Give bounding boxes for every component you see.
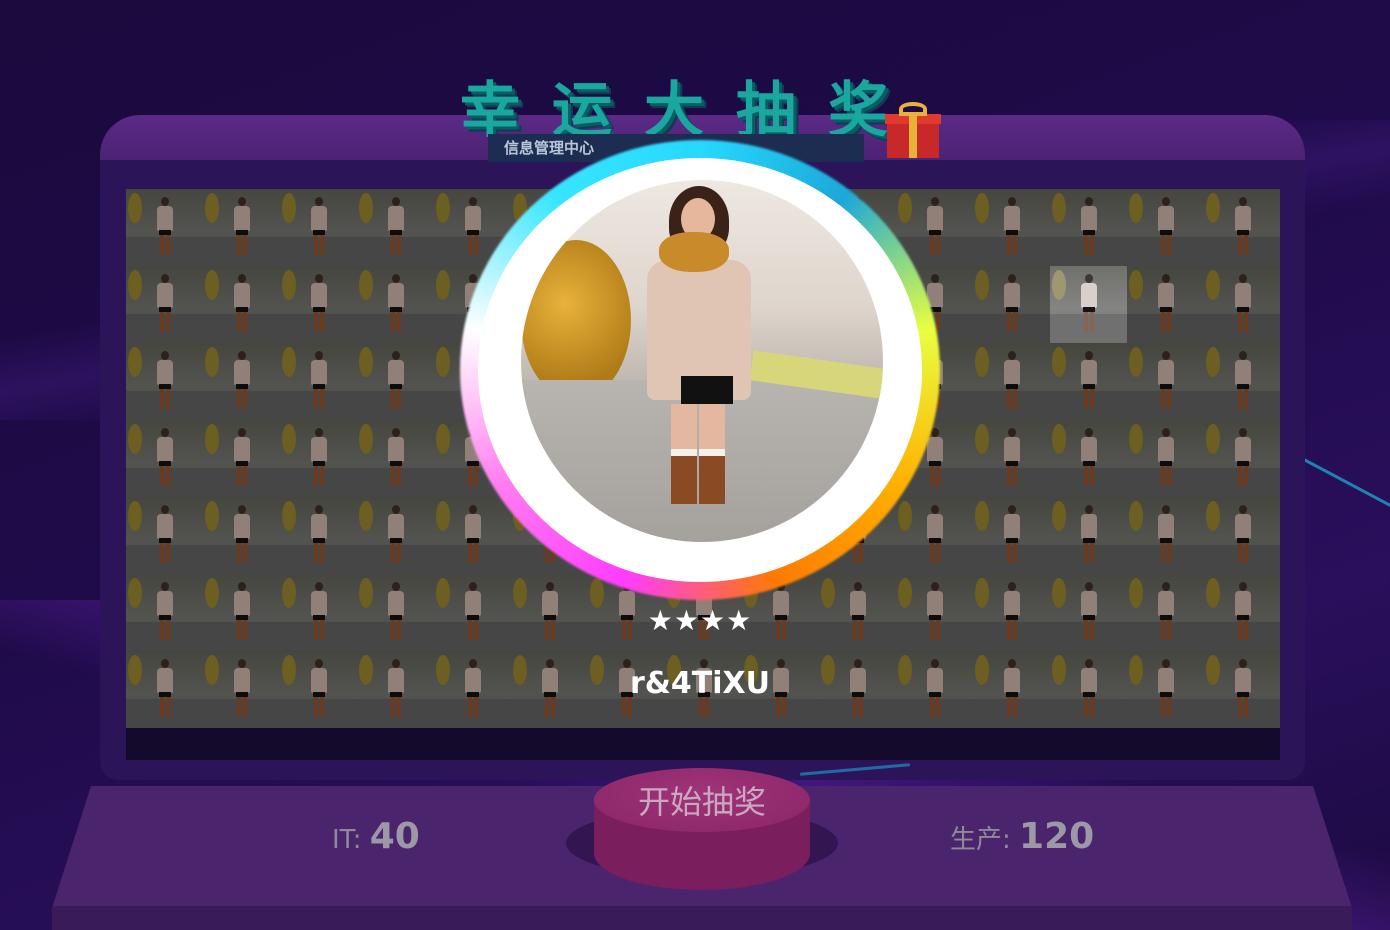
participant-tile (434, 574, 511, 651)
participant-tile (1204, 651, 1280, 728)
participant-tile (434, 651, 511, 728)
participant-tile (896, 497, 973, 574)
participant-tile (1050, 343, 1127, 420)
participant-tile (126, 651, 203, 728)
console-base-edge (52, 906, 1352, 930)
participant-tile (1050, 189, 1127, 266)
participant-tile (1127, 189, 1204, 266)
participant-tile (896, 651, 973, 728)
winner-stars: ★★★★ (647, 604, 753, 637)
participant-tile (357, 343, 434, 420)
participant-tile (126, 420, 203, 497)
participant-tile (973, 189, 1050, 266)
participant-tile (280, 574, 357, 651)
participant-tile (973, 420, 1050, 497)
participant-tile (1127, 497, 1204, 574)
winner-avatar (521, 180, 883, 542)
participant-tile (973, 343, 1050, 420)
participant-tile (203, 343, 280, 420)
participant-tile (973, 266, 1050, 343)
winner-name: r&4TiXU (629, 666, 771, 701)
participant-tile (1050, 651, 1127, 728)
participant-tile (357, 189, 434, 266)
participant-tile (1204, 420, 1280, 497)
stat-production: 生产: 120 (950, 816, 1094, 857)
participant-tile (511, 574, 588, 651)
participant-tile (203, 189, 280, 266)
participant-tile (280, 497, 357, 574)
participant-tile (280, 266, 357, 343)
participant-tile (973, 651, 1050, 728)
participant-tile (357, 651, 434, 728)
stat-it: IT: 40 (332, 816, 420, 857)
participant-tile (203, 497, 280, 574)
participant-tile (203, 266, 280, 343)
stat-it-label: IT: (332, 825, 362, 855)
participant-tile (973, 497, 1050, 574)
participant-tile (434, 497, 511, 574)
participant-tile (203, 651, 280, 728)
stat-production-label: 生产: (950, 825, 1011, 855)
participant-tile (1204, 266, 1280, 343)
screen-bottom-bezel (126, 728, 1280, 760)
participant-tile (1050, 266, 1127, 343)
stat-production-value: 120 (1019, 816, 1095, 857)
start-lottery-button[interactable]: 开始抽奖 (594, 768, 810, 832)
participant-tile (1204, 343, 1280, 420)
participant-tile (1127, 651, 1204, 728)
participant-tile (126, 266, 203, 343)
participant-tile (819, 574, 896, 651)
stat-it-value: 40 (369, 816, 420, 857)
participant-tile (1204, 189, 1280, 266)
participant-tile (1050, 497, 1127, 574)
participant-tile (1204, 497, 1280, 574)
participant-tile (357, 574, 434, 651)
participant-tile (280, 420, 357, 497)
participant-tile (1127, 266, 1204, 343)
participant-tile (280, 651, 357, 728)
participant-tile (357, 420, 434, 497)
participant-tile (1050, 574, 1127, 651)
participant-tile (1127, 420, 1204, 497)
participant-tile (1127, 574, 1204, 651)
participant-tile (973, 574, 1050, 651)
participant-tile (203, 420, 280, 497)
participant-tile (280, 189, 357, 266)
participant-tile (357, 266, 434, 343)
gift-icon (885, 102, 941, 158)
participant-tile (126, 574, 203, 651)
participant-tile (126, 343, 203, 420)
participant-tile (1050, 420, 1127, 497)
participant-tile (126, 189, 203, 266)
participant-tile (357, 497, 434, 574)
participant-tile (1204, 574, 1280, 651)
participant-tile (1127, 343, 1204, 420)
participant-tile (126, 497, 203, 574)
participant-tile (203, 574, 280, 651)
participant-tile (896, 574, 973, 651)
participant-tile (280, 343, 357, 420)
